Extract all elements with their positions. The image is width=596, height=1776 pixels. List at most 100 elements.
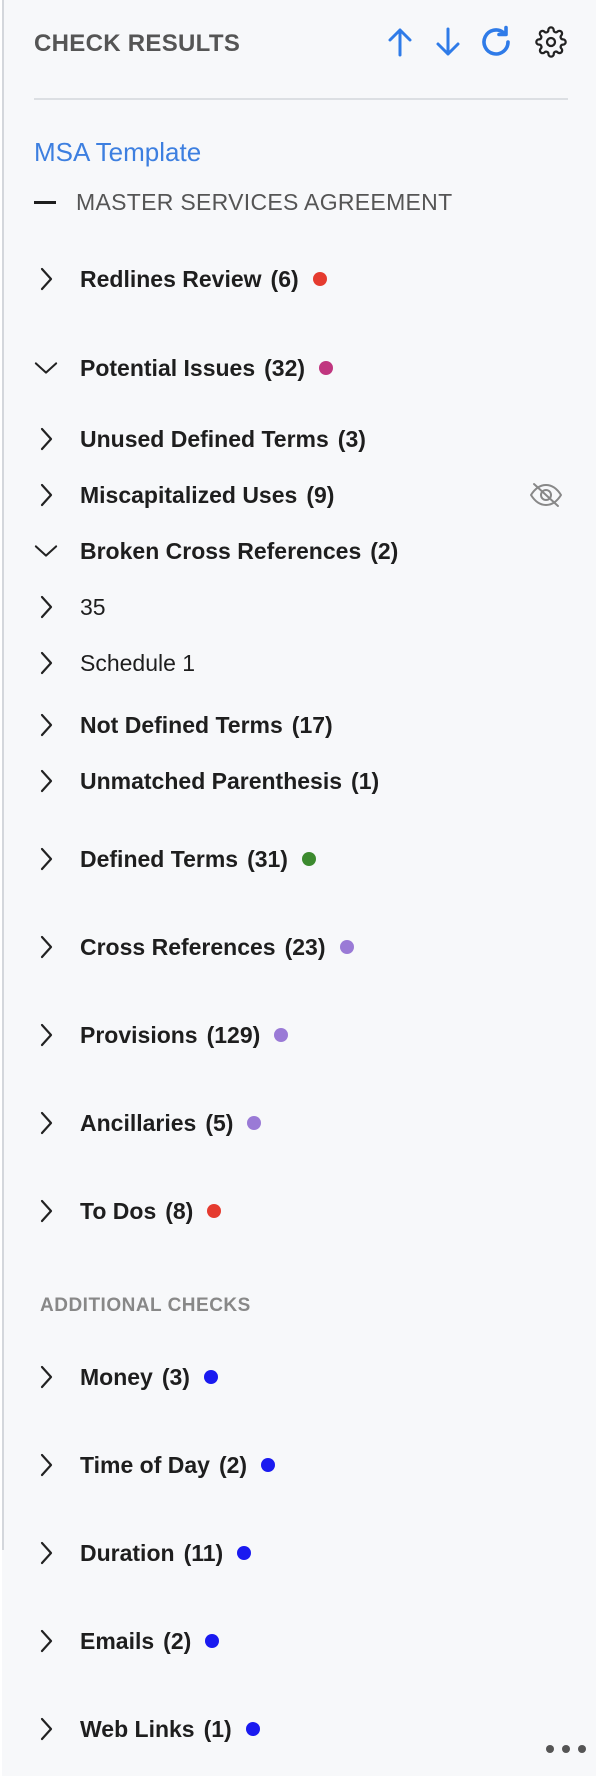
- status-dot: [312, 272, 327, 286]
- check-label: Schedule 1: [80, 649, 196, 676]
- status-dot: [203, 1370, 218, 1384]
- check-item-emails[interactable]: Emails (2): [34, 1621, 220, 1661]
- chevron-right-icon: [34, 1629, 58, 1653]
- more-options-button[interactable]: [546, 1742, 586, 1756]
- check-label: Broken Cross References: [80, 537, 362, 564]
- check-count: (2): [163, 1627, 192, 1654]
- check-item-web-links[interactable]: Web Links (1): [34, 1709, 260, 1749]
- check-item-duration[interactable]: Duration (11): [34, 1533, 252, 1573]
- check-label: Money: [80, 1363, 153, 1390]
- check-label: Time of Day: [80, 1451, 210, 1478]
- chevron-right-icon: [34, 847, 58, 871]
- status-dot: [245, 1722, 260, 1736]
- status-dot: [274, 1028, 289, 1042]
- check-count: (32): [264, 354, 306, 381]
- next-result-button[interactable]: [430, 24, 466, 60]
- check-item-broken-cross-references[interactable]: Broken Cross References (2): [34, 531, 398, 571]
- chevron-down-icon: [34, 356, 58, 380]
- check-count: (1): [203, 1715, 232, 1742]
- check-count: (17): [291, 711, 333, 738]
- check-item-35[interactable]: 35: [34, 587, 106, 627]
- chevron-right-icon: [34, 1365, 58, 1389]
- chevron-down-icon: [34, 539, 58, 563]
- chevron-right-icon: [34, 1453, 58, 1477]
- check-label: Unmatched Parenthesis: [80, 767, 343, 794]
- check-item-unused-defined-terms[interactable]: Unused Defined Terms (3): [34, 419, 366, 459]
- chevron-right-icon: [34, 427, 58, 451]
- chevron-right-icon: [34, 651, 58, 675]
- gear-icon: [535, 26, 567, 58]
- status-dot: [237, 1546, 252, 1560]
- more-horizontal-icon: [546, 1745, 554, 1753]
- check-count: (129): [206, 1021, 261, 1048]
- check-label: Unused Defined Terms: [80, 425, 329, 452]
- check-label: Redlines Review: [80, 265, 262, 292]
- check-item-cross-references[interactable]: Cross References (23): [34, 927, 354, 967]
- check-count: (8): [165, 1197, 194, 1224]
- status-dot: [339, 940, 354, 954]
- arrow-up-icon: [388, 28, 412, 57]
- status-dot: [205, 1634, 220, 1648]
- eye-off-icon: [530, 483, 562, 507]
- chevron-right-icon: [34, 1111, 58, 1135]
- check-item-ancillaries[interactable]: Ancillaries (5): [34, 1103, 262, 1143]
- check-count: (11): [183, 1539, 224, 1566]
- check-item-schedule-1[interactable]: Schedule 1: [34, 643, 195, 683]
- collapse-icon: [34, 201, 56, 204]
- check-item-not-defined-terms[interactable]: Not Defined Terms (17): [34, 705, 333, 745]
- settings-button[interactable]: [533, 24, 569, 60]
- section-title: MASTER SERVICES AGREEMENT: [76, 189, 453, 215]
- status-dot: [247, 1116, 262, 1130]
- check-label: Duration: [80, 1539, 175, 1566]
- status-dot: [319, 361, 334, 375]
- previous-result-button[interactable]: [382, 24, 418, 60]
- chevron-right-icon: [34, 595, 58, 619]
- check-label: Web Links: [80, 1715, 195, 1742]
- check-count: (23): [284, 933, 326, 960]
- chevron-right-icon: [34, 769, 58, 793]
- check-item-money[interactable]: Money (3): [34, 1357, 218, 1397]
- check-item-miscapitalized-uses[interactable]: Miscapitalized Uses (9): [34, 475, 334, 515]
- check-item-redlines-review[interactable]: Redlines Review (6): [34, 259, 327, 299]
- chevron-right-icon: [34, 1717, 58, 1741]
- document-name-link[interactable]: MSA Template: [34, 137, 201, 168]
- chevron-right-icon: [34, 483, 58, 507]
- check-count: (31): [247, 845, 288, 872]
- check-count: (2): [370, 537, 399, 564]
- status-dot: [207, 1204, 222, 1218]
- hidden-toggle-button[interactable]: [528, 479, 564, 511]
- check-item-time-of-day[interactable]: Time of Day (2): [34, 1445, 276, 1485]
- check-count: (6): [270, 265, 299, 292]
- check-label: 35: [80, 593, 106, 620]
- refresh-icon: [482, 25, 510, 56]
- check-label: To Dos: [80, 1197, 157, 1224]
- check-count: (3): [161, 1363, 190, 1390]
- check-label: Potential Issues: [80, 354, 256, 381]
- check-label: Miscapitalized Uses: [80, 481, 298, 508]
- arrow-down-icon: [436, 27, 460, 56]
- section-toggle[interactable]: MASTER SERVICES AGREEMENT: [34, 189, 452, 216]
- chevron-right-icon: [34, 713, 58, 737]
- check-count: (9): [306, 481, 335, 508]
- check-results-panel: CHECK RESULTS MSA Template MASTER SERVIC…: [2, 0, 596, 1776]
- panel-border: [2, 0, 4, 1550]
- check-item-to-dos[interactable]: To Dos (8): [34, 1191, 222, 1231]
- chevron-right-icon: [34, 1199, 58, 1223]
- check-count: (3): [337, 425, 366, 452]
- check-item-defined-terms[interactable]: Defined Terms (31): [34, 839, 316, 879]
- check-label: Cross References: [80, 933, 276, 960]
- check-item-provisions[interactable]: Provisions (129): [34, 1015, 289, 1055]
- check-item-potential-issues[interactable]: Potential Issues (32): [34, 348, 334, 388]
- check-item-unmatched-parenthesis[interactable]: Unmatched Parenthesis (1): [34, 761, 379, 801]
- status-dot: [261, 1458, 276, 1472]
- status-dot: [301, 852, 316, 866]
- chevron-right-icon: [34, 267, 58, 291]
- panel-title: CHECK RESULTS: [34, 30, 241, 57]
- refresh-button[interactable]: [478, 24, 514, 60]
- check-label: Not Defined Terms: [80, 711, 283, 738]
- check-count: (5): [205, 1109, 234, 1136]
- chevron-right-icon: [34, 935, 58, 959]
- check-count: (1): [351, 767, 380, 794]
- check-label: Ancillaries: [80, 1109, 197, 1136]
- header-divider: [34, 98, 568, 100]
